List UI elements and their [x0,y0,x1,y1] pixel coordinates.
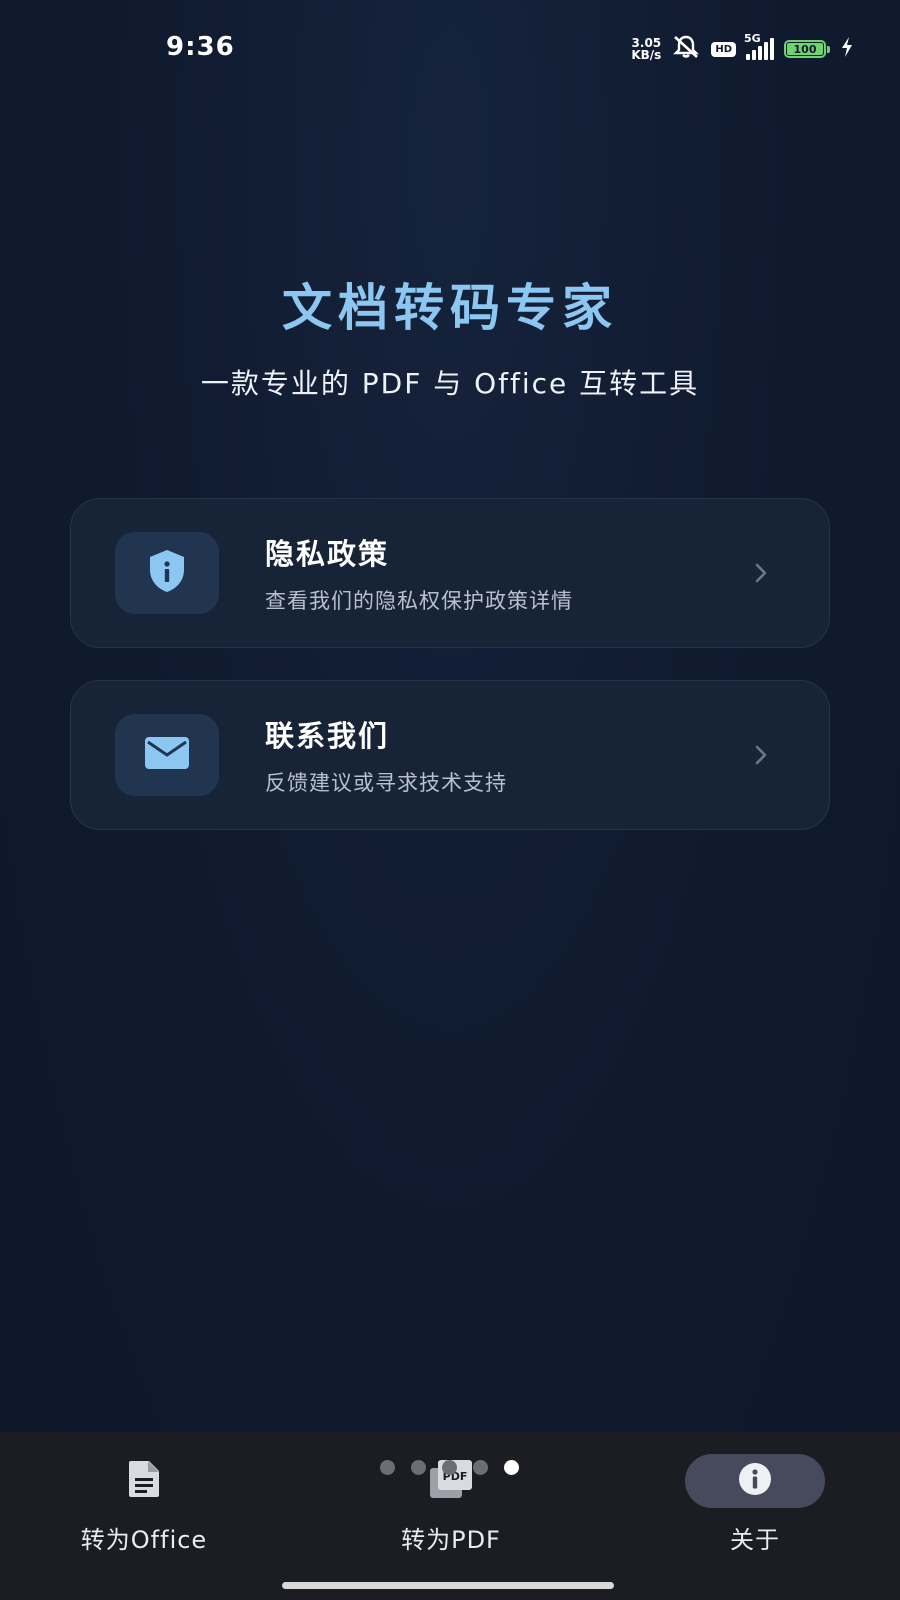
network-type: 5G [744,32,761,45]
signal-bar [764,42,768,60]
bell-muted-icon [671,34,701,64]
info-icon [738,1462,772,1500]
status-time: 9:36 [166,32,235,62]
hd-badge: HD [711,41,736,57]
privacy-text: 隐私政策 查看我们的隐私权保护政策详情 [265,531,749,615]
signal-bar [758,46,762,60]
network-speed: 3.05 KB/s [631,37,661,61]
nav-label-office: 转为Office [80,1526,208,1554]
privacy-description: 查看我们的隐私权保护政策详情 [265,589,573,613]
page-dot-active [504,1460,519,1475]
nav-label-pdf: 转为PDF [401,1526,501,1554]
page-dot [380,1460,395,1475]
battery-body: 100 [784,40,826,58]
nav-about[interactable]: 关于 [645,1454,865,1555]
mail-icon [144,736,190,774]
battery-icon: 100 [784,40,830,58]
status-bar: 9:36 3.05 KB/s HD 5G 100 [0,0,900,100]
chevron-right-icon [749,561,773,585]
page-dot [442,1460,457,1475]
contact-icon-box [115,714,219,796]
contact-title: 联系我们 [265,719,390,753]
home-indicator[interactable] [282,1582,614,1589]
page-dot [411,1460,426,1475]
app-subtitle: 一款专业的 PDF 与 Office 互转工具 [200,367,700,400]
status-icons: 3.05 KB/s HD 5G 100 [631,32,854,66]
contact-us-card[interactable]: 联系我们 反馈建议或寻求技术支持 [70,680,830,830]
nav-label-about: 关于 [730,1526,780,1554]
privacy-icon-box [115,532,219,614]
app-title: 文档转码专家 [282,279,618,337]
contact-text: 联系我们 反馈建议或寻求技术支持 [265,713,749,797]
shield-info-icon [146,548,188,598]
signal-bar [770,38,774,60]
contact-description: 反馈建议或寻求技术支持 [265,771,507,795]
battery-tip [827,45,830,53]
nav-to-office[interactable]: 转为Office [34,1454,254,1555]
signal-bar [746,54,750,60]
charging-icon [840,36,854,62]
page-indicator [380,1460,519,1475]
chevron-right-icon [749,743,773,767]
signal-bar [752,50,756,60]
battery-level: 100 [787,43,823,55]
document-icon [127,1459,161,1503]
signal-icon: 5G [744,32,774,60]
nav-icon-container [74,1454,214,1508]
page-dot [473,1460,488,1475]
privacy-policy-card[interactable]: 隐私政策 查看我们的隐私权保护政策详情 [70,498,830,648]
nav-active-pill [685,1454,825,1508]
privacy-title: 隐私政策 [265,537,390,571]
network-speed-unit: KB/s [631,48,662,62]
about-screen: 9:36 3.05 KB/s HD 5G 100 文档转码专家 一款专业的 PD… [0,0,900,1600]
bottom-navigation: 转为Office PDF 转为PDF 关于 [0,1432,900,1600]
